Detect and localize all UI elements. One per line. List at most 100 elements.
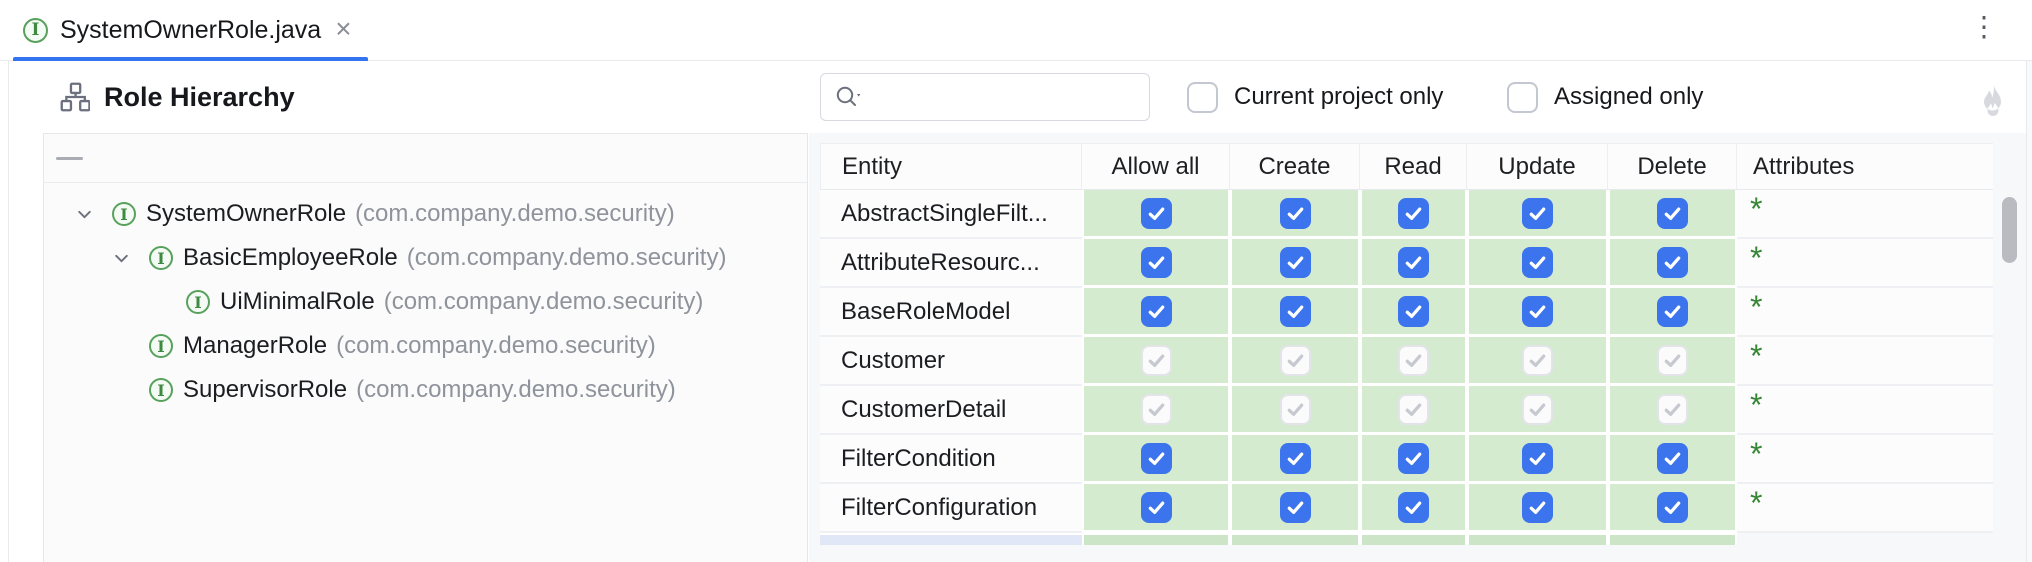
entity-cell: AttributeResourc... <box>820 239 1082 288</box>
permission-checkbox-update[interactable] <box>1522 492 1553 523</box>
entity-search-field[interactable] <box>820 73 1150 121</box>
filter-assigned-only[interactable]: Assigned only <box>1507 61 1703 133</box>
permission-cell <box>1360 288 1467 337</box>
ide-editor-area: I SystemOwnerRole.java × ⋮ Role Hierarch… <box>0 0 2032 562</box>
permission-cell <box>1608 288 1737 337</box>
permission-checkbox-update[interactable] <box>1522 247 1553 278</box>
permission-checkbox-read <box>1398 345 1429 376</box>
permission-checkbox-update[interactable] <box>1522 296 1553 327</box>
permissions-table: EntityAllow allCreateReadUpdateDeleteAtt… <box>820 143 1993 545</box>
attributes-cell: * <box>1737 239 1993 288</box>
permission-cell <box>1467 190 1608 239</box>
editor-tab-active[interactable]: I SystemOwnerRole.java × <box>13 0 368 60</box>
permission-checkbox-create <box>1280 345 1311 376</box>
role-name: SystemOwnerRole <box>146 200 346 228</box>
flame-icon[interactable] <box>1980 85 2006 119</box>
permission-checkbox-update[interactable] <box>1522 198 1553 229</box>
attributes-wildcard: * <box>1750 193 1762 225</box>
permission-checkbox-read[interactable] <box>1398 492 1429 523</box>
column-header-update: Update <box>1467 143 1608 190</box>
permission-cell <box>1360 239 1467 288</box>
permission-cell <box>1230 484 1360 533</box>
tree-node-UiMinimalRole[interactable]: IUiMinimalRole(com.company.demo.security… <box>44 280 807 324</box>
permission-checkbox-read[interactable] <box>1398 247 1429 278</box>
permission-checkbox-delete[interactable] <box>1657 247 1688 278</box>
permission-checkbox-read[interactable] <box>1398 296 1429 327</box>
attributes-wildcard: * <box>1750 242 1762 274</box>
column-header-attributes: Attributes <box>1737 143 1993 190</box>
permission-cell <box>1360 190 1467 239</box>
permission-checkbox-allow-all[interactable] <box>1141 443 1172 474</box>
permission-checkbox-read[interactable] <box>1398 198 1429 229</box>
permission-checkbox-create[interactable] <box>1280 296 1311 327</box>
search-input[interactable] <box>870 82 1149 112</box>
chevron-down-icon[interactable] <box>112 250 130 267</box>
permission-checkbox-allow-all[interactable] <box>1141 296 1172 327</box>
entity-cell: AbstractSingleFilt... <box>820 190 1082 239</box>
editor-tab-bar: I SystemOwnerRole.java × ⋮ <box>0 0 2032 61</box>
page-title: Role Hierarchy <box>104 82 295 113</box>
permission-cell <box>1467 288 1608 337</box>
panel-right-border <box>2026 61 2032 562</box>
permission-checkbox-allow-all <box>1141 345 1172 376</box>
permission-checkbox-create[interactable] <box>1280 492 1311 523</box>
tab-close-icon[interactable]: × <box>335 15 351 43</box>
column-header-allow-all: Allow all <box>1082 143 1230 190</box>
entity-cell: FilterConfiguration <box>820 484 1082 533</box>
attributes-cell: * <box>1737 386 1993 435</box>
permission-cell <box>1467 239 1608 288</box>
partial-next-row-cell <box>1082 533 1230 545</box>
permission-checkbox-create[interactable] <box>1280 198 1311 229</box>
partial-next-row-entity <box>820 533 1082 545</box>
tree-node-ManagerRole[interactable]: IManagerRole(com.company.demo.security) <box>44 324 807 368</box>
more-options-button[interactable]: ⋮ <box>1970 12 1998 43</box>
checkbox-unchecked[interactable] <box>1507 82 1538 113</box>
attributes-wildcard: * <box>1750 438 1762 470</box>
permission-checkbox-allow-all[interactable] <box>1141 492 1172 523</box>
permission-checkbox-delete[interactable] <box>1657 198 1688 229</box>
permission-cell <box>1360 435 1467 484</box>
role-name: ManagerRole <box>183 332 327 360</box>
permission-cell <box>1467 386 1608 435</box>
permission-cell <box>1608 190 1737 239</box>
tab-label: SystemOwnerRole.java <box>60 16 321 45</box>
interface-icon: I <box>149 246 173 270</box>
tree-node-BasicEmployeeRole[interactable]: I BasicEmployeeRole (com.company.demo.secu… <box>44 236 807 280</box>
permission-cell <box>1230 386 1360 435</box>
role-name: SupervisorRole <box>183 376 347 404</box>
tree-node-SystemOwnerRole[interactable]: ISystemOwnerRole(com.company.demo.securi… <box>44 192 807 236</box>
permission-checkbox-delete[interactable] <box>1657 492 1688 523</box>
checkbox-unchecked[interactable] <box>1187 82 1218 113</box>
attributes-cell: * <box>1737 337 1993 386</box>
permission-checkbox-create[interactable] <box>1280 247 1311 278</box>
permission-cell <box>1082 239 1230 288</box>
permission-cell <box>1082 435 1230 484</box>
tree-node-SupervisorRole[interactable]: ISupervisorRole(com.company.demo.securit… <box>44 368 807 412</box>
permission-cell <box>1230 288 1360 337</box>
attributes-cell: * <box>1737 484 1993 533</box>
role-package: (com.company.demo.security) <box>407 244 727 272</box>
permission-cell <box>1467 484 1608 533</box>
attributes-wildcard: * <box>1750 291 1762 323</box>
vertical-scrollbar[interactable] <box>2002 197 2017 263</box>
filter-current-project-only[interactable]: Current project only <box>1187 61 1443 133</box>
permission-checkbox-read[interactable] <box>1398 443 1429 474</box>
column-header-read: Read <box>1360 143 1467 190</box>
tree-column-header: — <box>44 134 807 183</box>
permission-checkbox-delete[interactable] <box>1657 443 1688 474</box>
permission-checkbox-create[interactable] <box>1280 443 1311 474</box>
permission-cell <box>1608 239 1737 288</box>
chevron-down-icon[interactable] <box>75 206 93 223</box>
attributes-wildcard: * <box>1750 389 1762 421</box>
permission-checkbox-allow-all[interactable] <box>1141 247 1172 278</box>
interface-icon: I <box>149 334 173 358</box>
partial-next-row-cell <box>1467 533 1608 545</box>
interface-icon: I <box>23 18 48 43</box>
panel-title-group: Role Hierarchy <box>60 61 295 133</box>
permission-cell <box>1360 484 1467 533</box>
permission-checkbox-delete[interactable] <box>1657 296 1688 327</box>
permission-checkbox-update[interactable] <box>1522 443 1553 474</box>
interface-icon: I <box>112 202 136 226</box>
permission-checkbox-allow-all[interactable] <box>1141 198 1172 229</box>
role-name: BasicEmployeeRole <box>183 244 398 272</box>
